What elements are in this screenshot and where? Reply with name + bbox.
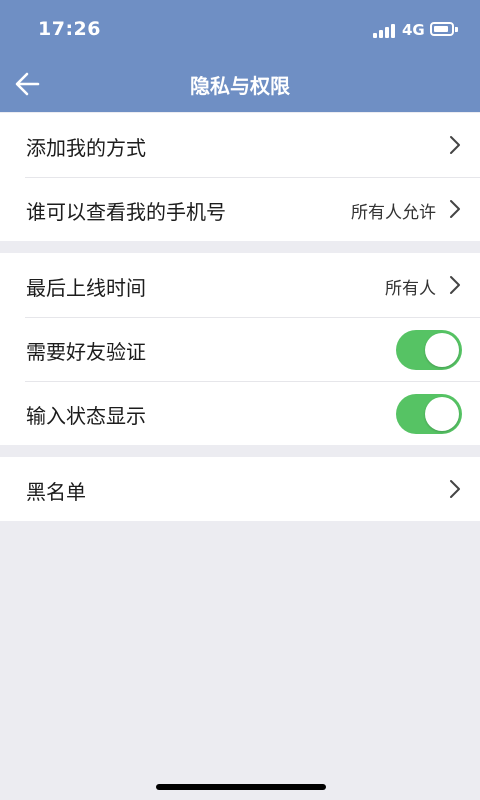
row-blacklist[interactable]: 黑名单 (0, 457, 480, 521)
row-label: 输入状态显示 (26, 404, 146, 428)
row-value: 所有人 (385, 279, 436, 299)
row-label: 黑名单 (26, 480, 86, 504)
row-phone-visibility[interactable]: 谁可以查看我的手机号 所有人允许 (0, 177, 480, 241)
settings-group-contact: 添加我的方式 谁可以查看我的手机号 所有人允许 (0, 113, 480, 241)
home-indicator[interactable] (156, 784, 326, 790)
settings-group-blocklist: 黑名单 (0, 457, 480, 521)
row-label: 添加我的方式 (26, 136, 146, 160)
toggle-knob (425, 333, 459, 367)
friend-verification-toggle[interactable] (396, 330, 462, 370)
row-last-online[interactable]: 最后上线时间 所有人 (0, 253, 480, 317)
chevron-right-icon (450, 276, 460, 294)
network-type: 4G (402, 21, 425, 39)
row-add-me-method[interactable]: 添加我的方式 (0, 113, 480, 177)
signal-strength-icon (373, 22, 397, 38)
toggle-knob (425, 397, 459, 431)
row-value: 所有人允许 (351, 203, 436, 223)
typing-status-toggle[interactable] (396, 394, 462, 434)
chevron-right-icon (450, 136, 460, 154)
header: 17:26 4G 隐私与权限 (0, 0, 480, 112)
row-label: 最后上线时间 (26, 276, 146, 300)
row-label: 谁可以查看我的手机号 (26, 200, 226, 224)
row-friend-verification: 需要好友验证 (0, 317, 480, 381)
status-bar: 17:26 4G (0, 0, 480, 56)
battery-cap (455, 27, 458, 32)
chevron-right-icon (450, 200, 460, 218)
nav-bar: 隐私与权限 (0, 56, 480, 112)
chevron-right-icon (450, 480, 460, 498)
row-label: 需要好友验证 (26, 340, 146, 364)
privacy-settings-screen: 17:26 4G 隐私与权限 添加我的方式 谁可以查看我的手机号 所有人允许 最… (0, 0, 480, 800)
status-time: 17:26 (38, 18, 101, 40)
settings-group-activity: 最后上线时间 所有人 需要好友验证 输入状态显示 (0, 253, 480, 445)
page-title: 隐私与权限 (190, 74, 290, 98)
row-typing-status: 输入状态显示 (0, 381, 480, 445)
battery-icon (430, 22, 454, 36)
